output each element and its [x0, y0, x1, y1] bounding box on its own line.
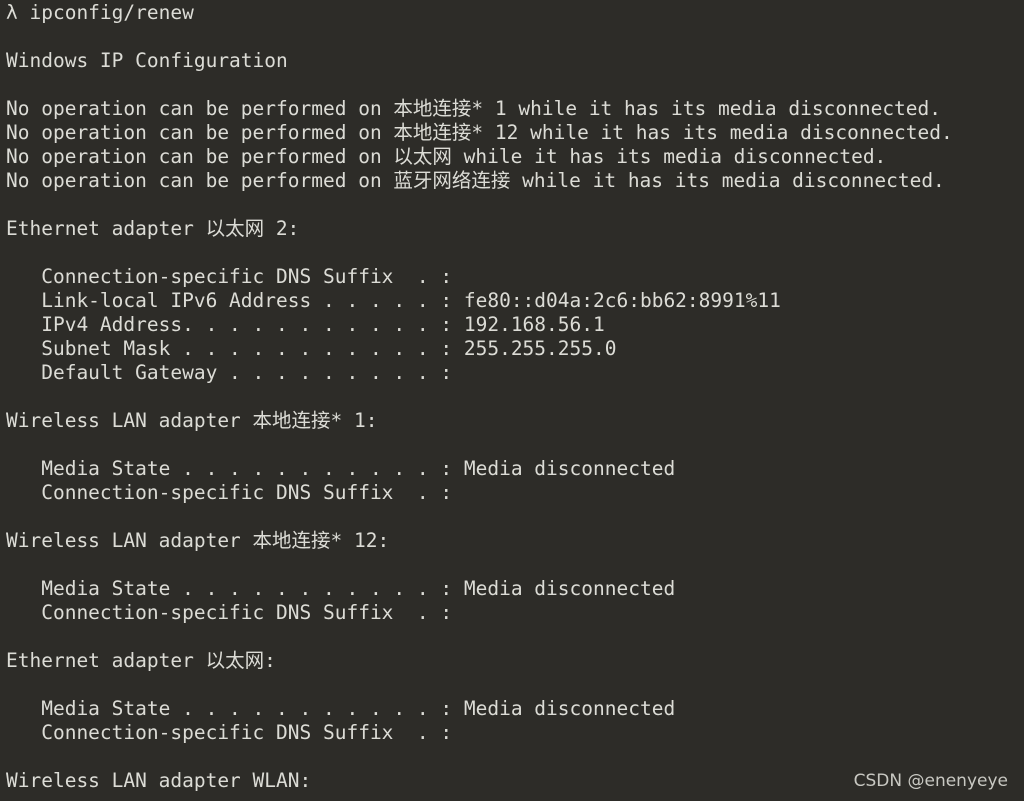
- terminal-line: Wireless LAN adapter WLAN:: [6, 769, 312, 792]
- terminal-line: Connection-specific DNS Suffix . :: [6, 265, 453, 288]
- terminal-line: No operation can be performed on 本地连接* 1…: [6, 97, 942, 120]
- watermark: CSDN @enenyeye: [853, 771, 1008, 791]
- terminal-line: Media State . . . . . . . . . . . : Medi…: [6, 577, 676, 600]
- terminal-output[interactable]: λ ipconfig/renew Windows IP Configuration…: [6, 1, 953, 793]
- terminal-line: IPv4 Address. . . . . . . . . . . : 192.…: [6, 313, 605, 336]
- terminal-line: Windows IP Configuration: [6, 49, 288, 72]
- terminal-line: No operation can be performed on 本地连接* 1…: [6, 121, 953, 144]
- terminal-line: Subnet Mask . . . . . . . . . . . : 255.…: [6, 337, 617, 360]
- terminal-line: Connection-specific DNS Suffix . :: [6, 481, 453, 504]
- terminal-line: No operation can be performed on 以太网 whi…: [6, 145, 887, 168]
- terminal-line: Ethernet adapter 以太网:: [6, 649, 276, 672]
- terminal-line: Link-local IPv6 Address . . . . . : fe80…: [6, 289, 781, 312]
- terminal-line: No operation can be performed on 蓝牙网络连接 …: [6, 169, 945, 192]
- terminal-line: Wireless LAN adapter 本地连接* 1:: [6, 409, 378, 432]
- terminal-line: Media State . . . . . . . . . . . : Medi…: [6, 697, 676, 720]
- terminal-line: Ethernet adapter 以太网 2:: [6, 217, 300, 240]
- terminal-line: λ ipconfig/renew: [6, 1, 194, 24]
- terminal-line: Media State . . . . . . . . . . . : Medi…: [6, 457, 676, 480]
- terminal-line: Wireless LAN adapter 本地连接* 12:: [6, 529, 390, 552]
- terminal-line: Default Gateway . . . . . . . . . :: [6, 361, 453, 384]
- terminal-line: Connection-specific DNS Suffix . :: [6, 721, 453, 744]
- terminal-line: Connection-specific DNS Suffix . :: [6, 601, 453, 624]
